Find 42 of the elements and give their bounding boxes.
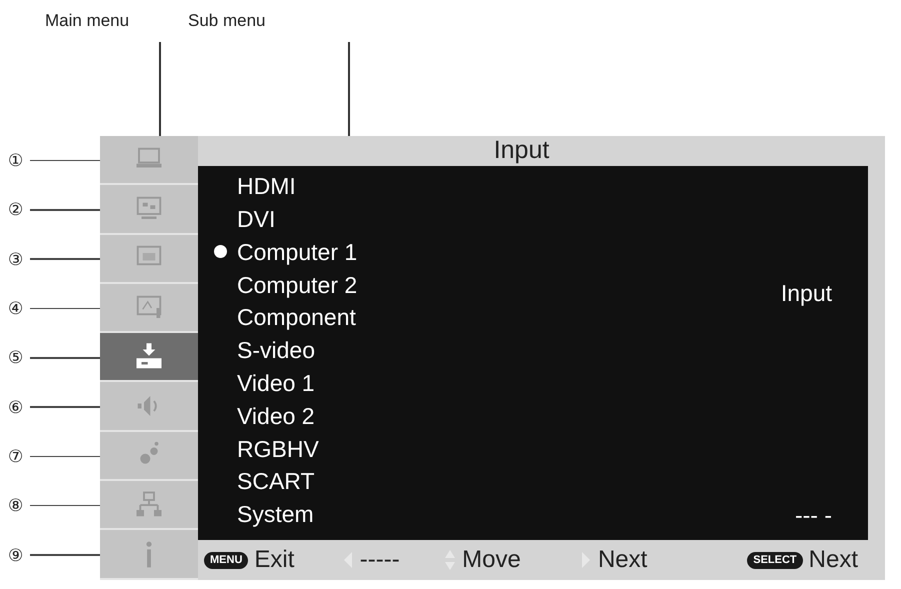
menu-item[interactable]: Video 1 (237, 366, 315, 400)
menu-tab[interactable] (100, 185, 198, 235)
hint-label: ----- (360, 545, 400, 575)
callout-number: ⑨ (8, 546, 24, 564)
hint-label: Next (598, 545, 648, 575)
menu-item[interactable]: DVI (237, 202, 276, 236)
menu-tab[interactable] (100, 234, 198, 284)
menu-item[interactable]: System (237, 497, 314, 532)
menu-item[interactable]: HDMI (237, 169, 296, 204)
callout-number: ⑥ (8, 398, 24, 416)
info-icon (145, 540, 153, 568)
menu-tab[interactable] (100, 481, 198, 530)
menu-tab[interactable] (100, 382, 198, 432)
menu-item[interactable]: Video 2 (237, 398, 315, 434)
callout-number: ⑧ (8, 497, 24, 514)
current-value: Input (780, 279, 832, 308)
annotation-label: Main menu (45, 10, 130, 32)
menu-item[interactable]: S-video (237, 333, 315, 368)
callout-number: ⑦ (8, 448, 24, 465)
menu-tab[interactable] (100, 432, 198, 482)
system-value: --- - (794, 500, 832, 530)
menu-item[interactable]: Computer 1 (237, 234, 358, 270)
key-badge: SELECT (747, 552, 803, 568)
menu-tab[interactable] (100, 136, 198, 186)
menu-item[interactable]: Computer 2 (237, 268, 358, 302)
menu-tab[interactable] (100, 333, 198, 382)
callout-number: ⑤ (8, 349, 24, 366)
hint-label: Move (462, 545, 521, 575)
menu-item[interactable]: Component (237, 300, 356, 335)
hint-label: Next (808, 545, 858, 575)
menu-item[interactable]: SCART (237, 464, 315, 499)
menu-item[interactable]: RGBHV (237, 432, 319, 466)
callout-number: ① (8, 152, 24, 170)
callout-number: ② (8, 201, 24, 218)
callout-number: ④ (8, 300, 24, 318)
callout-number: ③ (8, 250, 24, 268)
menu-title: Input (492, 136, 550, 166)
hint-label: Exit (254, 545, 294, 575)
menu-tab[interactable] (100, 284, 198, 334)
key-badge: MENU (204, 552, 248, 568)
selected-dot (214, 245, 227, 258)
annotation-label: Sub menu (188, 10, 266, 32)
